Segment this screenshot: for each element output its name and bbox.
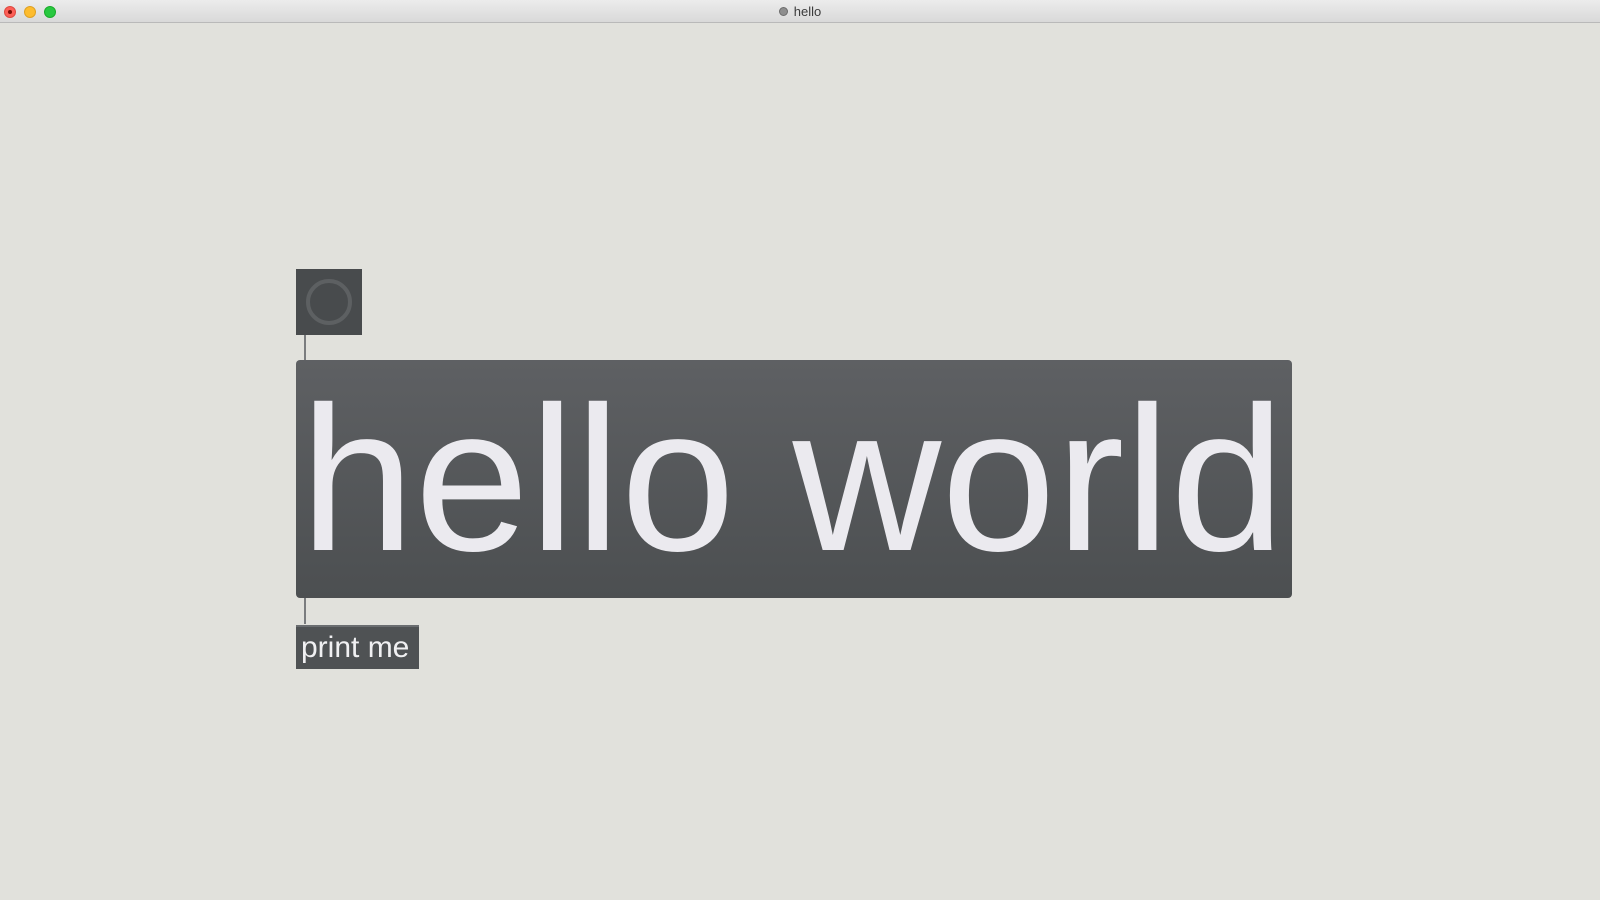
bang-button[interactable] [296,269,362,335]
title-group: hello [0,0,1600,23]
patcher-window: hello hello world print me [0,0,1600,900]
print-me-message-text: print me [301,631,410,664]
patch-cord[interactable] [304,335,306,361]
hello-world-message-text: hello world [300,364,1285,594]
document-status-icon [778,7,788,16]
patch-cord[interactable] [304,598,306,624]
hello-world-message-box[interactable]: hello world [296,360,1292,598]
bang-circle-icon [306,279,352,325]
print-me-message-box[interactable]: print me [296,625,419,669]
window-title: hello [793,4,822,19]
patcher-canvas[interactable]: hello world print me [0,23,1600,900]
title-bar[interactable]: hello [0,0,1600,23]
